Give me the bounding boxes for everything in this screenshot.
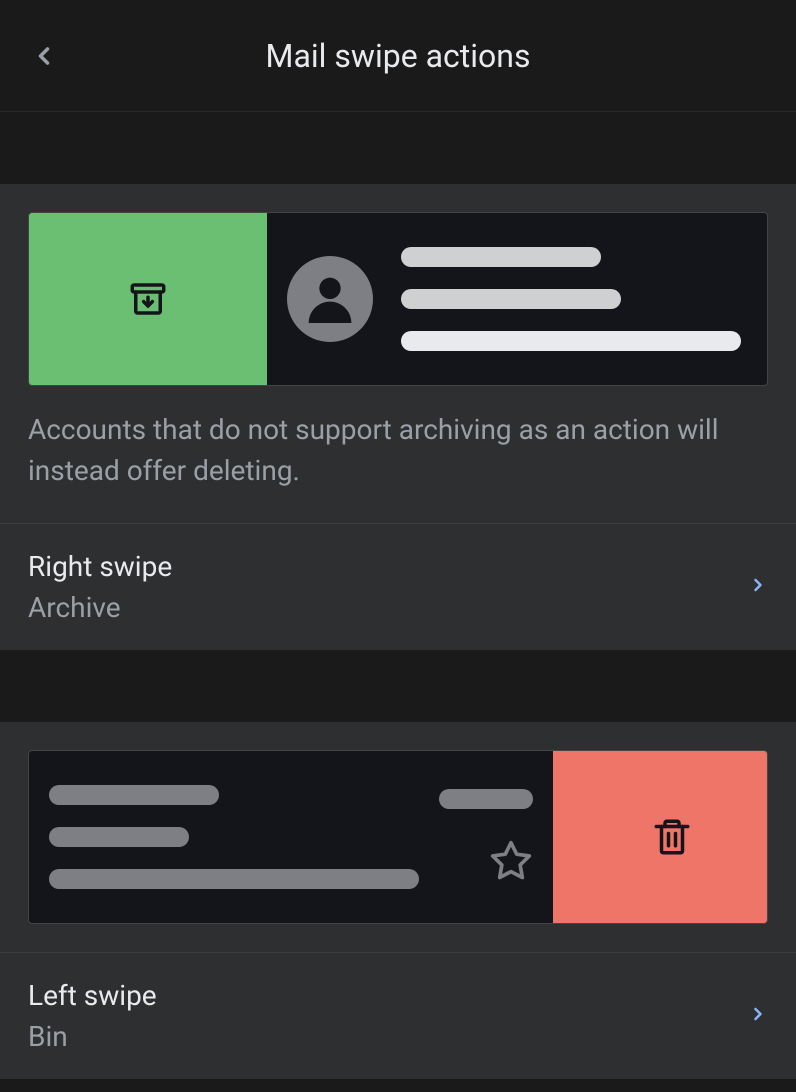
placeholder-line [439, 789, 533, 809]
left-swipe-row-text: Left swipe Bin [28, 979, 736, 1053]
chevron-right-icon [748, 570, 768, 600]
mail-row-preview [29, 751, 553, 923]
placeholder-line [49, 869, 419, 889]
placeholder-line [401, 247, 601, 267]
placeholder-line [49, 827, 189, 847]
right-swipe-label: Right swipe [28, 550, 736, 583]
left-swipe-label: Left swipe [28, 979, 736, 1012]
placeholder-line [401, 331, 741, 351]
trash-icon [651, 816, 693, 858]
avatar-placeholder [287, 256, 373, 342]
page-title: Mail swipe actions [64, 37, 732, 75]
disclosure-indicator [748, 999, 768, 1033]
section-spacer [0, 112, 796, 184]
disclosure-indicator [748, 570, 768, 604]
left-swipe-action-zone [553, 751, 768, 923]
section-spacer [0, 650, 796, 722]
right-swipe-note: Accounts that do not support archiving a… [0, 386, 796, 524]
mail-lines-placeholder [49, 785, 419, 889]
star-icon [489, 839, 533, 887]
left-swipe-row[interactable]: Left swipe Bin [0, 953, 796, 1079]
right-swipe-action-zone [29, 213, 267, 385]
right-swipe-section: Accounts that do not support archiving a… [0, 184, 796, 650]
right-swipe-row[interactable]: Right swipe Archive [0, 524, 796, 650]
right-swipe-preview-wrap [0, 184, 796, 386]
mail-lines-placeholder [401, 247, 747, 351]
mail-meta-placeholder [439, 777, 533, 897]
archive-icon [127, 278, 169, 320]
left-swipe-value: Bin [28, 1020, 736, 1053]
right-swipe-row-text: Right swipe Archive [28, 550, 736, 624]
person-icon [298, 267, 362, 331]
placeholder-line [401, 289, 621, 309]
right-swipe-preview [28, 212, 768, 386]
left-swipe-section: Left swipe Bin [0, 722, 796, 1079]
right-swipe-value: Archive [28, 591, 736, 624]
chevron-right-icon [748, 999, 768, 1029]
mail-row-preview [267, 213, 767, 385]
left-swipe-preview [28, 750, 768, 924]
left-swipe-preview-wrap [0, 722, 796, 924]
back-button[interactable] [24, 36, 64, 76]
placeholder-line [49, 785, 219, 805]
header: Mail swipe actions [0, 0, 796, 112]
chevron-left-icon [30, 34, 58, 78]
